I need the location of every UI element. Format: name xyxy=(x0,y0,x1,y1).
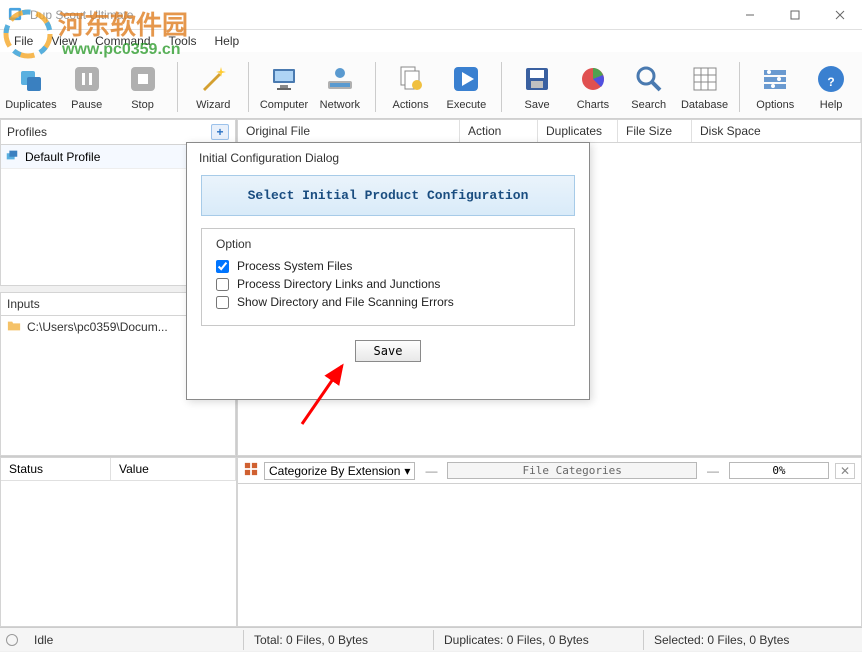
save-button[interactable]: Save xyxy=(510,58,564,116)
profiles-title: Profiles xyxy=(7,125,47,139)
col-value[interactable]: Value xyxy=(111,458,236,481)
category-bar: Categorize By Extension ▾ — File Categor… xyxy=(238,458,861,484)
network-button[interactable]: Network xyxy=(313,58,367,116)
save-icon xyxy=(521,63,553,95)
titlebar: Dup Scout Ultimate xyxy=(0,0,862,30)
category-body[interactable] xyxy=(238,484,861,626)
options-icon xyxy=(759,63,791,95)
bottom-left-header: Status Value xyxy=(1,458,236,481)
menu-command[interactable]: Command xyxy=(87,32,158,50)
option-show-scanning-errors[interactable]: Show Directory and File Scanning Errors xyxy=(212,293,564,311)
svg-text:?: ? xyxy=(827,75,834,89)
actions-icon xyxy=(395,63,427,95)
checkbox-process-directory-links[interactable] xyxy=(216,278,229,291)
menubar: File View Command Tools Help xyxy=(0,30,862,52)
status-total: Total: 0 Files, 0 Bytes xyxy=(244,630,434,650)
wizard-icon xyxy=(197,63,229,95)
minimize-button[interactable] xyxy=(727,0,772,30)
app-icon xyxy=(8,7,24,23)
database-button[interactable]: Database xyxy=(678,58,732,116)
menu-view[interactable]: View xyxy=(43,32,85,50)
wizard-button[interactable]: Wizard xyxy=(186,58,240,116)
stop-icon xyxy=(127,63,159,95)
initial-config-dialog: Initial Configuration Dialog Select Init… xyxy=(186,142,590,400)
computer-icon xyxy=(268,63,300,95)
profile-label: Default Profile xyxy=(25,150,100,164)
execute-icon xyxy=(450,63,482,95)
option-process-system-files[interactable]: Process System Files xyxy=(212,257,564,275)
bottom-area: Status Value Categorize By Extension ▾ —… xyxy=(0,457,862,627)
col-disk-space[interactable]: Disk Space xyxy=(692,120,861,142)
col-duplicates[interactable]: Duplicates xyxy=(538,120,618,142)
search-icon xyxy=(633,63,665,95)
add-profile-button[interactable]: + xyxy=(211,124,229,140)
categorize-combo[interactable]: Categorize By Extension ▾ xyxy=(264,462,415,480)
charts-icon xyxy=(577,63,609,95)
checkbox-show-scanning-errors[interactable] xyxy=(216,296,229,309)
inputs-title: Inputs xyxy=(7,297,40,311)
dialog-button-row: Save xyxy=(187,326,589,376)
close-button[interactable] xyxy=(817,0,862,30)
menu-file[interactable]: File xyxy=(6,32,41,50)
computer-button[interactable]: Computer xyxy=(257,58,311,116)
help-icon: ? xyxy=(815,63,847,95)
help-button[interactable]: ? Help xyxy=(804,58,858,116)
option-process-directory-links[interactable]: Process Directory Links and Junctions xyxy=(212,275,564,293)
status-selected: Selected: 0 Files, 0 Bytes xyxy=(644,630,862,650)
col-status[interactable]: Status xyxy=(1,458,111,481)
actions-button[interactable]: Actions xyxy=(384,58,438,116)
col-original-file[interactable]: Original File xyxy=(238,120,460,142)
network-icon xyxy=(324,63,356,95)
dialog-title: Initial Configuration Dialog xyxy=(187,143,589,175)
options-button[interactable]: Options xyxy=(748,58,802,116)
pause-button[interactable]: Pause xyxy=(60,58,114,116)
col-file-size[interactable]: File Size xyxy=(618,120,692,142)
input-path: C:\Users\pc0359\Docum... xyxy=(27,320,168,334)
window-title: Dup Scout Ultimate xyxy=(30,8,727,22)
menu-tools[interactable]: Tools xyxy=(161,32,205,50)
database-icon xyxy=(689,63,721,95)
bottom-right-panel: Categorize By Extension ▾ — File Categor… xyxy=(237,457,862,627)
dialog-options-group: Option Process System Files Process Dire… xyxy=(201,228,575,326)
duplicates-icon xyxy=(15,63,47,95)
dialog-save-button[interactable]: Save xyxy=(355,340,422,362)
duplicates-button[interactable]: Duplicates xyxy=(4,58,58,116)
stop-button[interactable]: Stop xyxy=(116,58,170,116)
dash-separator-2: — xyxy=(703,464,723,478)
col-action[interactable]: Action xyxy=(460,120,538,142)
combo-label: Categorize By Extension xyxy=(269,464,400,478)
progress-indicator: 0% xyxy=(729,462,829,479)
search-button[interactable]: Search xyxy=(622,58,676,116)
checkbox-process-system-files[interactable] xyxy=(216,260,229,273)
bottom-left-panel: Status Value xyxy=(0,457,237,627)
file-categories-button[interactable]: File Categories xyxy=(447,462,697,479)
chevron-down-icon: ▾ xyxy=(404,464,410,478)
statusbar: Idle Total: 0 Files, 0 Bytes Duplicates:… xyxy=(0,627,862,651)
close-panel-icon[interactable]: ✕ xyxy=(835,463,855,479)
status-indicator-icon xyxy=(6,634,18,646)
category-grid-icon[interactable] xyxy=(244,462,258,479)
dash-separator: — xyxy=(421,464,441,478)
profile-icon xyxy=(5,148,19,165)
charts-button[interactable]: Charts xyxy=(566,58,620,116)
folder-icon xyxy=(7,319,21,336)
pause-icon xyxy=(71,63,103,95)
status-duplicates: Duplicates: 0 Files, 0 Bytes xyxy=(434,630,644,650)
option-group-label: Option xyxy=(212,237,564,251)
execute-button[interactable]: Execute xyxy=(439,58,493,116)
status-idle: Idle xyxy=(24,630,244,650)
toolbar: Duplicates Pause Stop Wizard Computer Ne… xyxy=(0,52,862,119)
grid-header: Original File Action Duplicates File Siz… xyxy=(237,119,862,143)
menu-help[interactable]: Help xyxy=(207,32,248,50)
dialog-header: Select Initial Product Configuration xyxy=(201,175,575,216)
maximize-button[interactable] xyxy=(772,0,817,30)
